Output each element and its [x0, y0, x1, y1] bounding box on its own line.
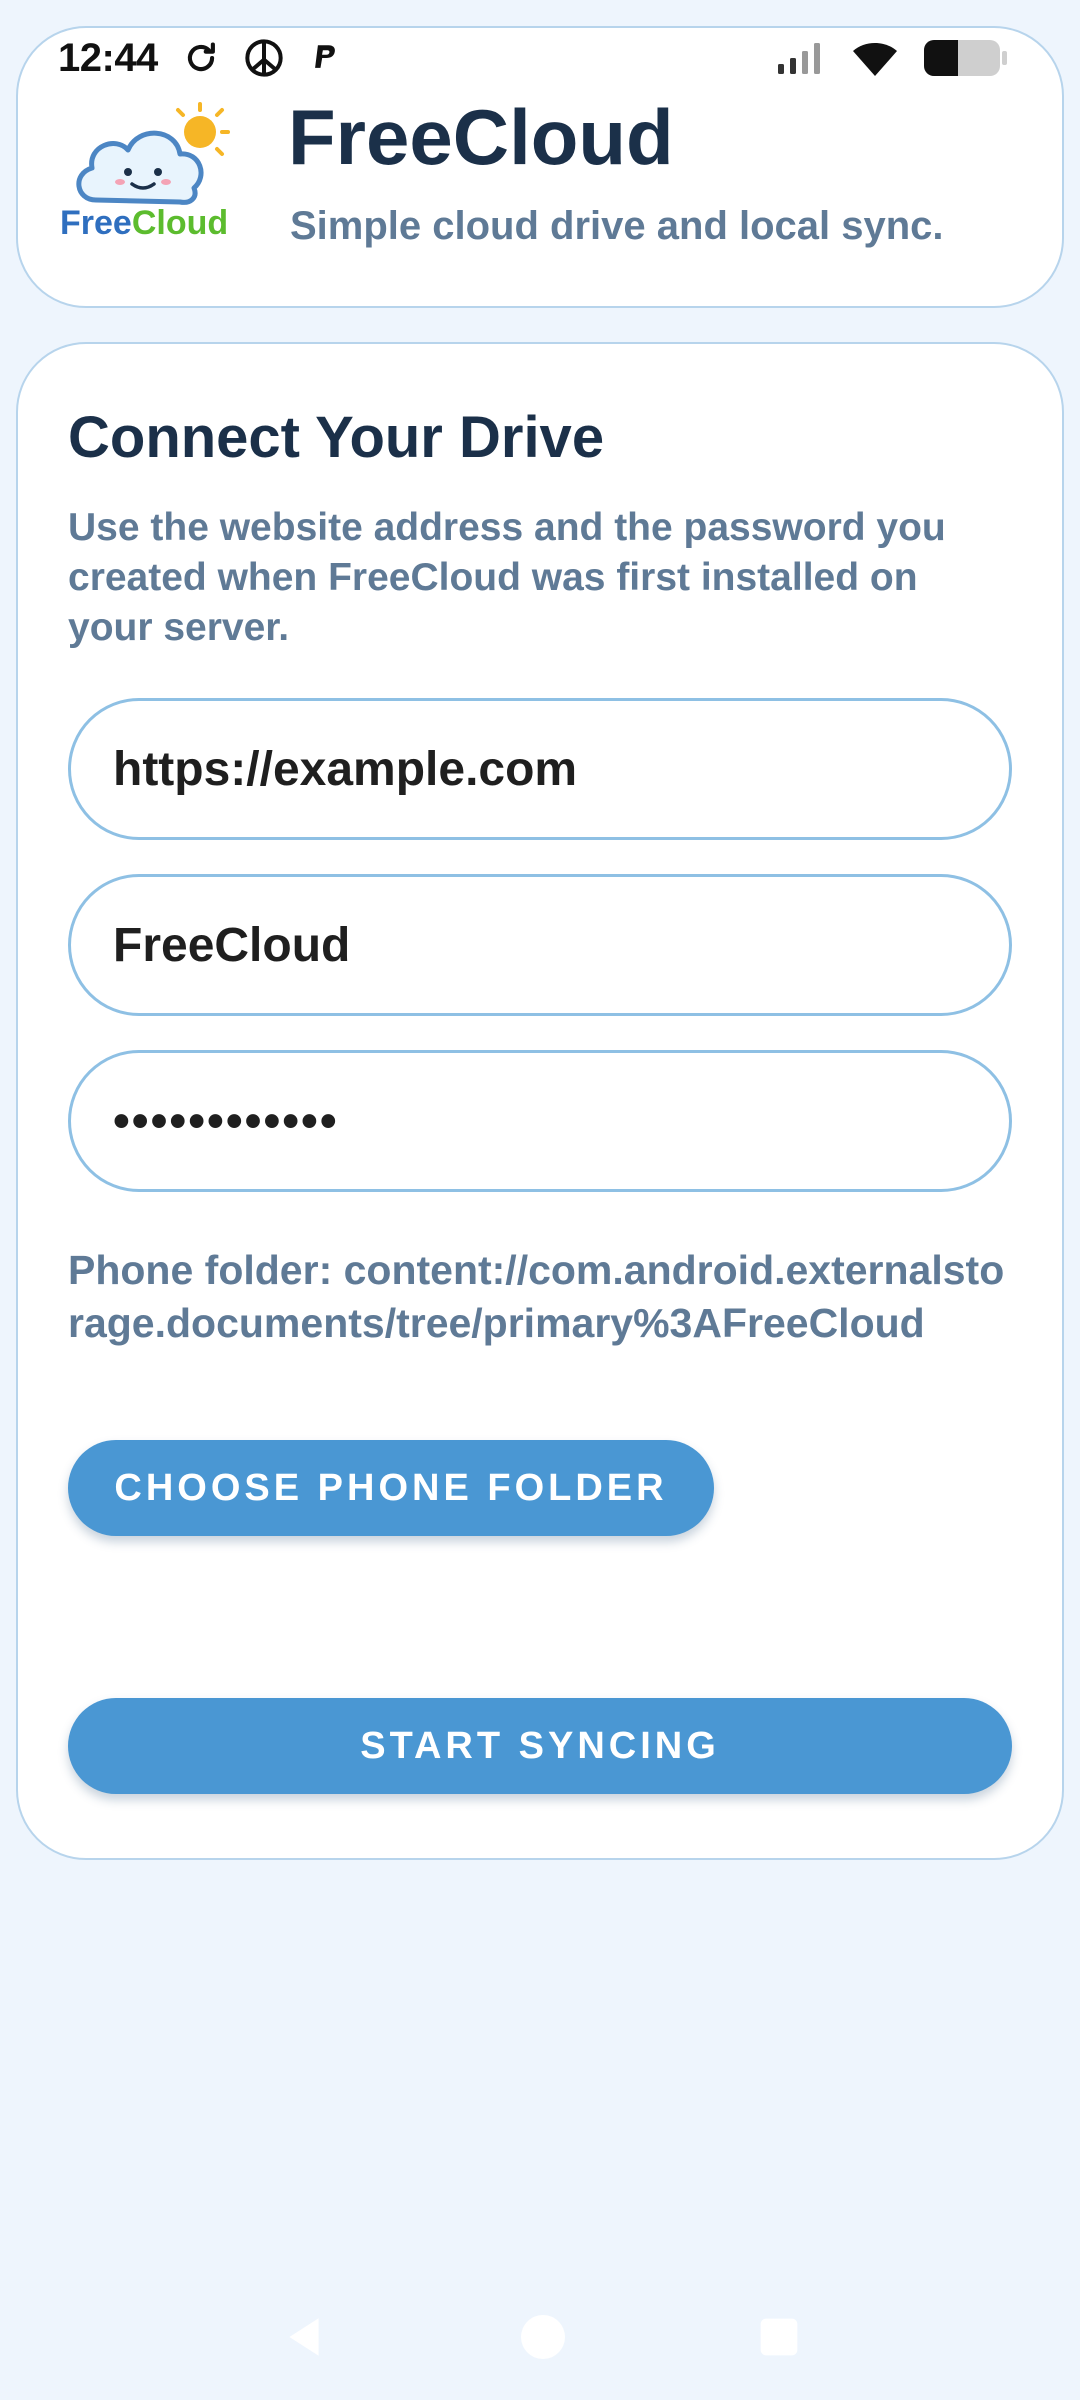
connect-title: Connect Your Drive [68, 405, 605, 470]
wifi-icon [853, 43, 897, 76]
app-subtitle: Simple cloud drive and local sync. [290, 204, 944, 248]
status-bar: 12:44 [58, 30, 1008, 86]
start-syncing-button[interactable]: Start Syncing [68, 1698, 1012, 1794]
server-url-input[interactable] [68, 698, 1012, 840]
status-time: 12:44 [58, 35, 158, 80]
password-input[interactable] [68, 1050, 1012, 1192]
battery-icon [924, 40, 1007, 76]
sync-icon [187, 42, 215, 72]
back-icon[interactable] [279, 2312, 329, 2362]
sun-icon [176, 102, 230, 156]
connect-description: Use the website address and the password… [68, 506, 946, 649]
username-input[interactable] [68, 874, 1012, 1016]
logo-text: FreeCloud [60, 204, 228, 242]
freecloud-logo: FreeCloud [60, 102, 230, 242]
navigation-bar [0, 2300, 1080, 2374]
app-title: FreeCloud [288, 93, 674, 181]
paypal-icon [314, 45, 335, 68]
peace-icon [245, 39, 283, 77]
cellular-signal-icon [778, 43, 820, 74]
home-icon[interactable] [519, 2313, 567, 2361]
cloud-icon [76, 130, 204, 205]
choose-phone-folder-button[interactable]: Choose Phone Folder [68, 1440, 714, 1536]
status-left: 12:44 [58, 36, 342, 81]
status-right [776, 37, 1008, 79]
recents-icon[interactable] [757, 2315, 801, 2359]
phone-folder-path: Phone folder: content://com.android.exte… [68, 1247, 1005, 1346]
screen: 12:44 FreeCloud FreeCloud Simple cloud d… [0, 0, 1080, 2400]
